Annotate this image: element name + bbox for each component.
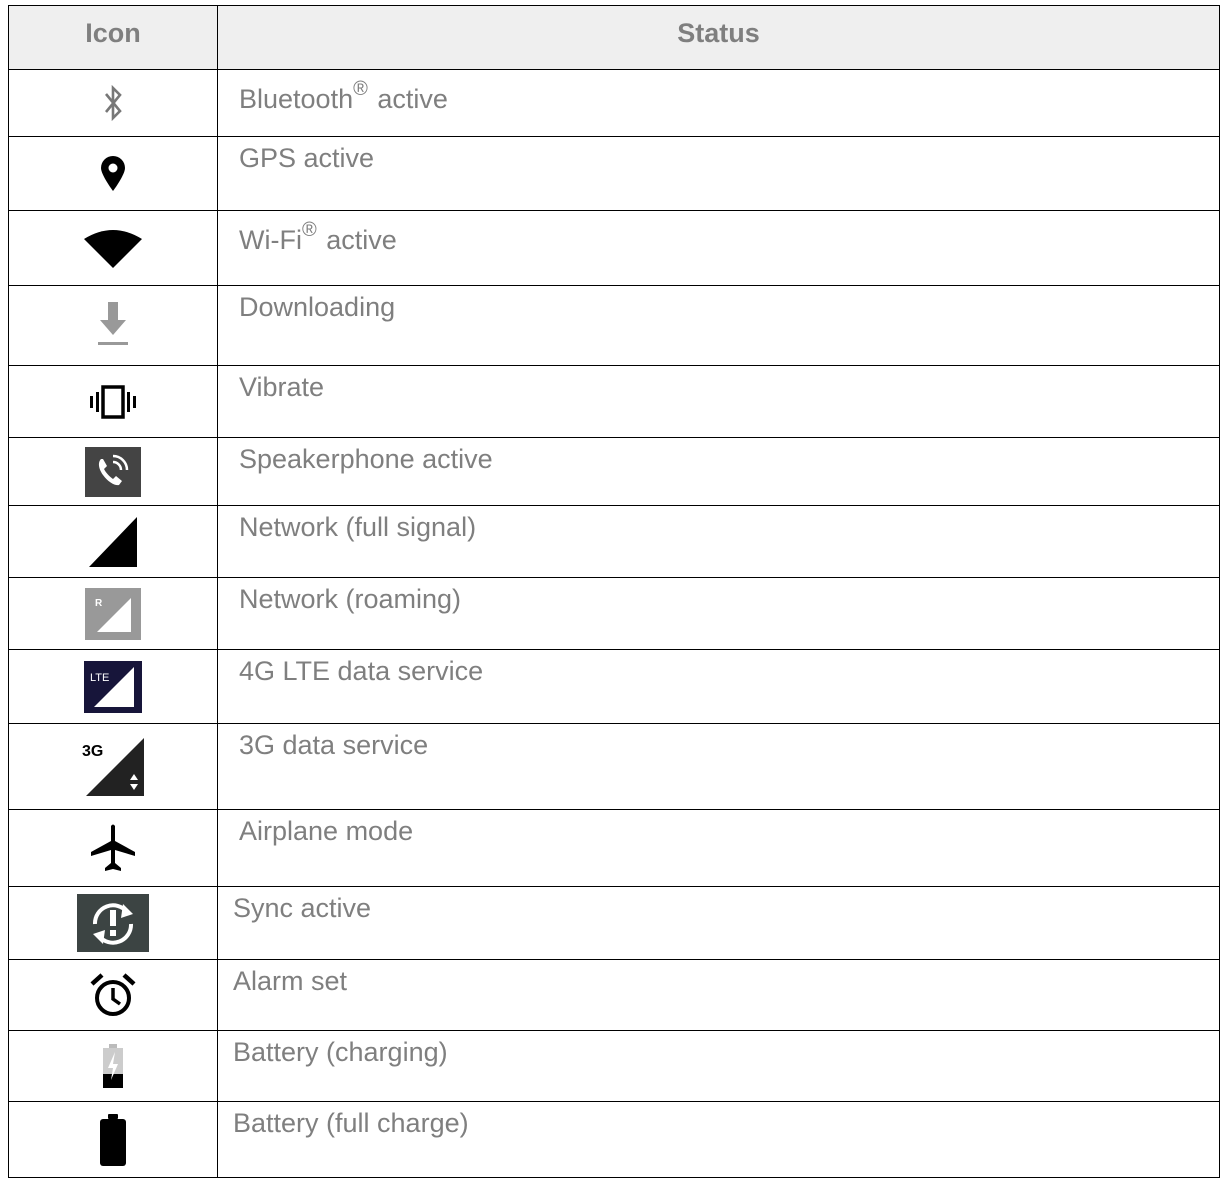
bluetooth-icon bbox=[100, 85, 126, 121]
sync-icon bbox=[77, 894, 149, 952]
location-pin-icon bbox=[100, 155, 126, 192]
3g-icon: 3G bbox=[82, 737, 144, 796]
wifi-icon bbox=[84, 228, 142, 268]
speakerphone-icon bbox=[85, 446, 141, 497]
header-icon: Icon bbox=[8, 5, 218, 70]
list-item: Wi-Fi® active bbox=[217, 210, 1220, 286]
list-item: Battery (charging) bbox=[217, 1030, 1220, 1102]
table-row: Speakerphone active bbox=[8, 437, 1220, 506]
table-row: GPS active bbox=[8, 136, 1220, 211]
list-item: Airplane mode bbox=[217, 809, 1220, 887]
signal-roaming-icon: R bbox=[85, 587, 141, 640]
list-item: Vibrate bbox=[217, 365, 1220, 438]
table-row: Wi-Fi® active bbox=[8, 210, 1220, 286]
list-item: Bluetooth® active bbox=[217, 69, 1220, 137]
alarm-icon bbox=[90, 972, 136, 1018]
list-item: Alarm set bbox=[217, 959, 1220, 1031]
table-row: Network (full signal) bbox=[8, 505, 1220, 578]
list-item: Network (roaming) bbox=[217, 577, 1220, 650]
list-item: Battery (full charge) bbox=[217, 1101, 1220, 1178]
header-row: Icon Status bbox=[8, 5, 1220, 70]
table-row: Bluetooth® active bbox=[8, 69, 1220, 137]
table-row: R Network (roaming) bbox=[8, 577, 1220, 650]
list-item: Network (full signal) bbox=[217, 505, 1220, 578]
svg-text:R: R bbox=[95, 598, 103, 609]
list-item: 4G LTE data service bbox=[217, 649, 1220, 724]
list-item: Downloading bbox=[217, 285, 1220, 366]
table-row: Airplane mode bbox=[8, 809, 1220, 887]
table-row: 3G 3G data service bbox=[8, 723, 1220, 810]
download-icon bbox=[95, 301, 131, 350]
table-row: Battery (full charge) bbox=[8, 1101, 1220, 1178]
battery-full-icon bbox=[100, 1113, 126, 1166]
header-status: Status bbox=[217, 5, 1220, 70]
airplane-icon bbox=[90, 824, 136, 872]
table-row: Sync active bbox=[8, 886, 1220, 960]
vibrate-icon bbox=[90, 384, 136, 419]
svg-text:LTE: LTE bbox=[90, 672, 109, 684]
list-item: 3G data service bbox=[217, 723, 1220, 810]
table-row: Battery (charging) bbox=[8, 1030, 1220, 1102]
battery-charging-icon bbox=[102, 1044, 124, 1088]
table-row: LTE 4G LTE data service bbox=[8, 649, 1220, 724]
svg-text:3G: 3G bbox=[82, 743, 103, 760]
lte-icon: LTE bbox=[84, 660, 142, 713]
list-item: Speakerphone active bbox=[217, 437, 1220, 506]
list-item: GPS active bbox=[217, 136, 1220, 211]
table-row: Downloading bbox=[8, 285, 1220, 366]
status-icons-table: Icon Status Bluetooth® active GPS active… bbox=[8, 5, 1220, 1178]
list-item: Sync active bbox=[217, 886, 1220, 960]
signal-full-icon bbox=[89, 516, 137, 567]
table-row: Vibrate bbox=[8, 365, 1220, 438]
table-row: Alarm set bbox=[8, 959, 1220, 1031]
